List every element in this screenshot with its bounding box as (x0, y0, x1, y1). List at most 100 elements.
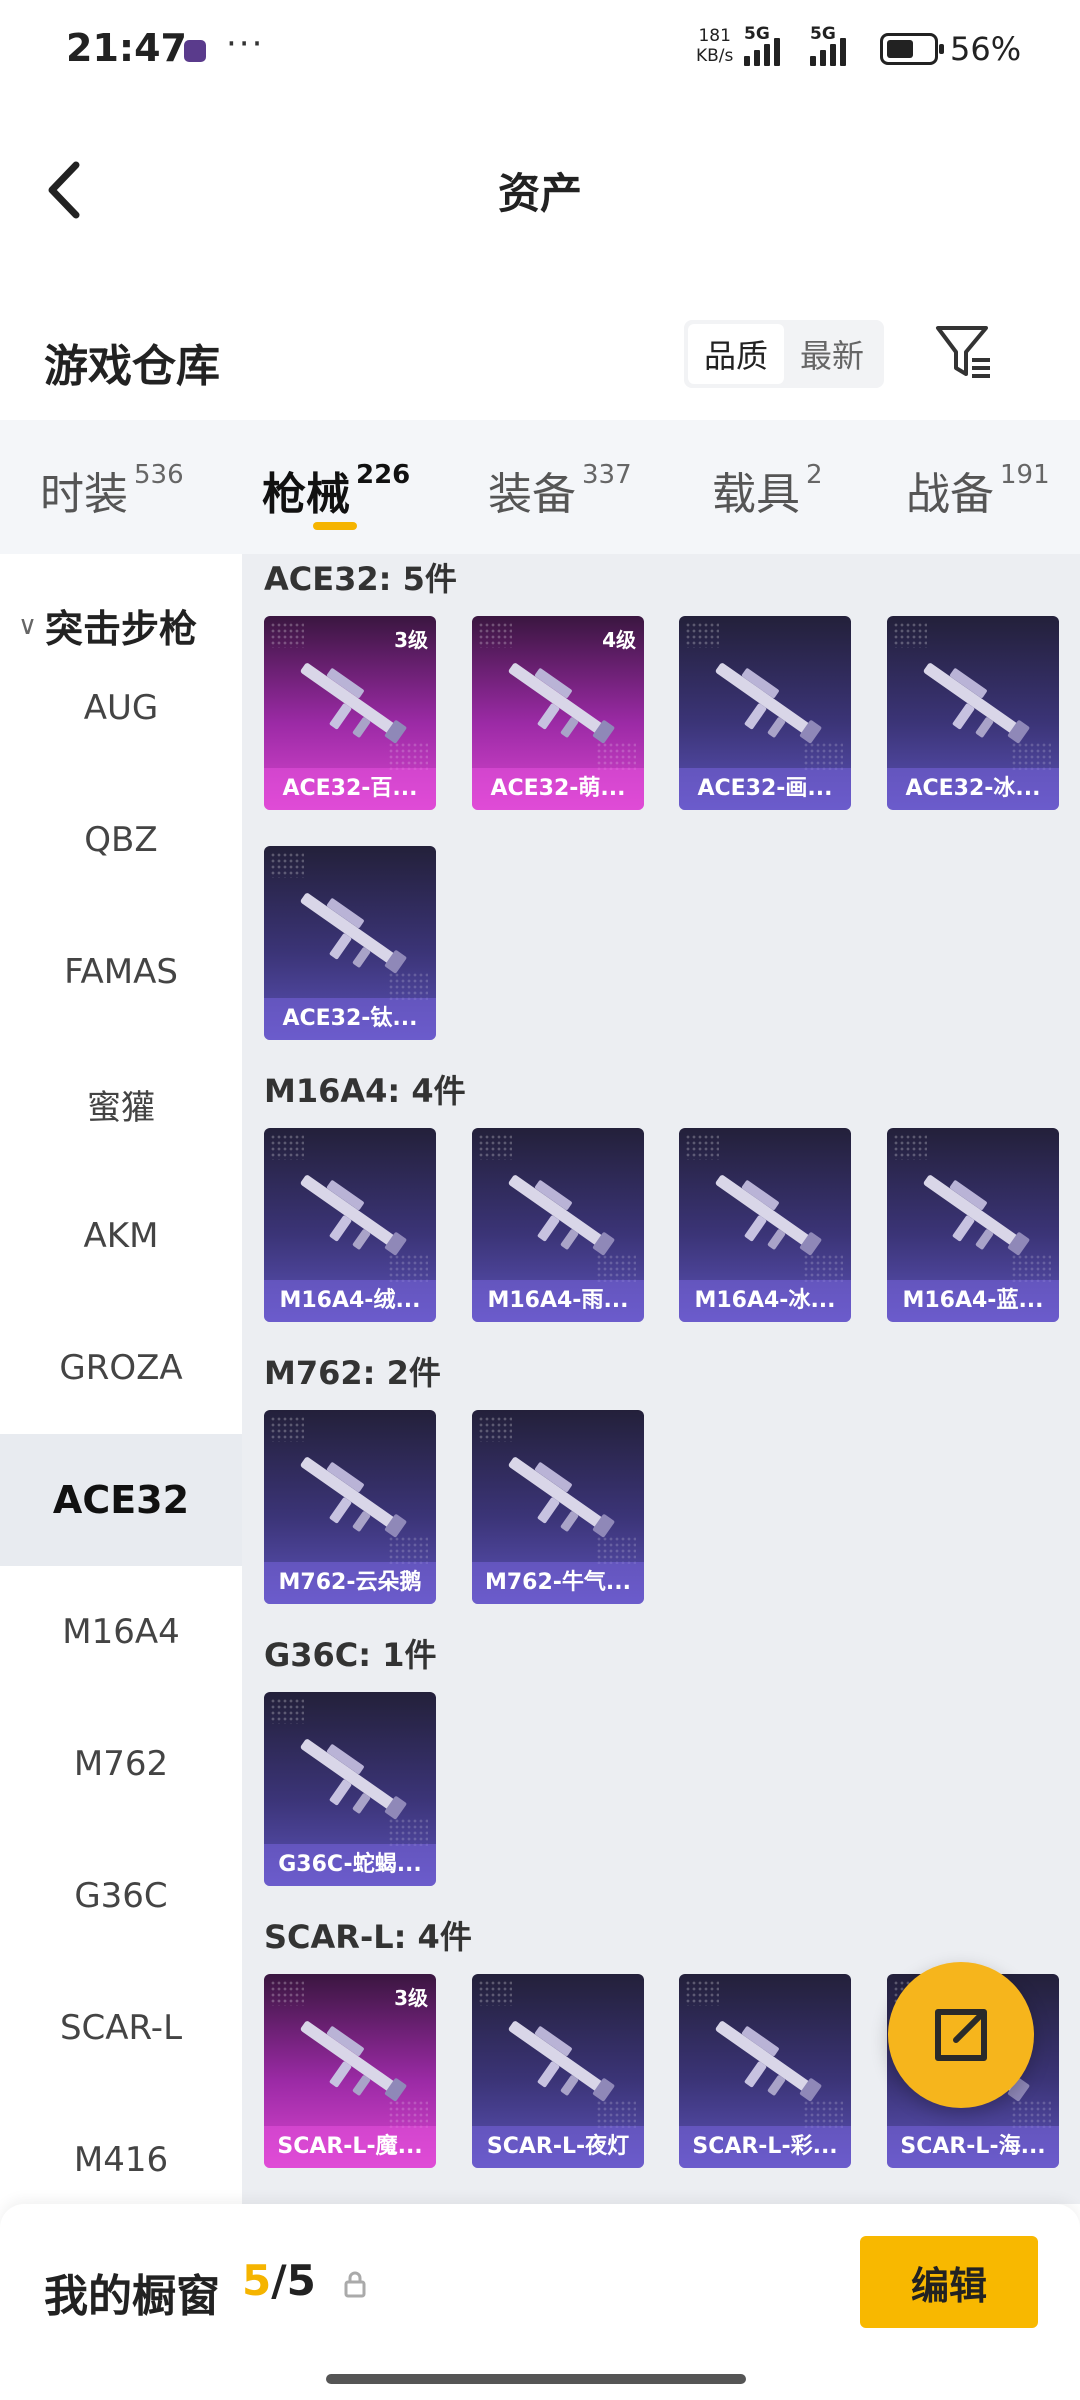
sort-quality[interactable]: 品质 (688, 324, 784, 384)
sidebar-item-m762[interactable]: M762 (0, 1698, 242, 1830)
weapon-skin-card[interactable]: 3级 SCAR-L-魔... (264, 1974, 436, 2168)
section-title: G36C: 1件 (264, 1636, 437, 1674)
card-pattern (478, 1134, 512, 1160)
tab-guns[interactable]: 枪械 226 (262, 458, 410, 522)
weapon-skin-card[interactable]: SCAR-L-彩... (679, 1974, 851, 2168)
skin-name: M16A4-冰... (679, 1280, 851, 1322)
weapon-skin-card[interactable]: M16A4-绒... (264, 1128, 436, 1322)
showcase-counter: 5/5 (242, 2256, 316, 2305)
weapon-skin-card[interactable]: ACE32-钛... (264, 846, 436, 1040)
rifle-icon (508, 1457, 615, 1538)
skin-name: G36C-蛇蝎... (264, 1844, 436, 1886)
sort-newest[interactable]: 最新 (784, 324, 880, 384)
weapon-skin-card[interactable]: M762-牛气... (472, 1410, 644, 1604)
card-pattern (685, 1134, 719, 1160)
weapon-skin-card[interactable]: M762-云朵鹅 (264, 1410, 436, 1604)
sidebar-item-akm[interactable]: AKM (0, 1170, 242, 1302)
skin-name: SCAR-L-海... (887, 2126, 1059, 2168)
active-tab-indicator (313, 522, 357, 530)
card-pattern (270, 1980, 304, 2006)
warehouse-title: 游戏仓库 (44, 341, 220, 392)
sidebar-item-famas[interactable]: FAMAS (0, 906, 242, 1038)
rifle-icon (715, 1175, 822, 1256)
tab-vehicles[interactable]: 载具 2 (712, 458, 823, 522)
filter-icon[interactable] (934, 322, 994, 382)
card-pattern (685, 1980, 719, 2006)
tab-label: 枪械 (262, 469, 350, 520)
lock-icon (344, 2270, 366, 2298)
tab-count: 337 (582, 460, 632, 490)
sidebar-item-m16a4[interactable]: M16A4 (0, 1566, 242, 1698)
sidebar-item-aug[interactable]: AUG (0, 642, 242, 774)
sidebar-item-groza[interactable]: GROZA (0, 1302, 242, 1434)
skin-name: ACE32-百... (264, 768, 436, 810)
sidebar-item-m416[interactable]: M416 (0, 2094, 242, 2204)
rifle-icon (300, 1175, 407, 1256)
sidebar-item-ace32[interactable]: ACE32 (0, 1434, 242, 1566)
skin-name: M16A4-绒... (264, 1280, 436, 1322)
sidebar-item-scar-l[interactable]: SCAR-L (0, 1962, 242, 2094)
category-tabs: 时装 536 枪械 226 装备 337 载具 2 战备 191 (0, 420, 1080, 554)
weapon-skin-card[interactable]: SCAR-L-夜灯 (472, 1974, 644, 2168)
sidebar-item--[interactable]: 蜜獾 (0, 1038, 242, 1170)
sort-toggle: 品质 最新 (684, 320, 884, 388)
weapon-skin-card[interactable]: ACE32-冰... (887, 616, 1059, 810)
rifle-icon (300, 663, 407, 744)
tab-label: 载具 (712, 469, 800, 520)
tab-count: 191 (1000, 460, 1050, 490)
card-pattern (270, 1416, 304, 1442)
share-button[interactable] (888, 1962, 1034, 2108)
skin-name: M16A4-蓝... (887, 1280, 1059, 1322)
card-pattern (270, 1698, 304, 1724)
signal-icon-2 (810, 34, 846, 66)
section-title: M16A4: 4件 (264, 1072, 466, 1110)
network-speed: 181 KB/s (696, 26, 733, 66)
weapon-skin-card[interactable]: G36C-蛇蝎... (264, 1692, 436, 1886)
tab-equipment[interactable]: 装备 337 (488, 458, 632, 522)
card-pattern (270, 622, 304, 648)
skin-name: ACE32-画... (679, 768, 851, 810)
rifle-icon (300, 1739, 407, 1820)
card-pattern (478, 1416, 512, 1442)
rifle-icon (300, 893, 407, 974)
tab-label: 时装 (40, 469, 128, 520)
rifle-icon (300, 1457, 407, 1538)
sidebar-item-qbz[interactable]: QBZ (0, 774, 242, 906)
tab-fashion[interactable]: 时装 536 (40, 458, 184, 522)
status-bar: 21:47 ··· 181 KB/s 5G 5G 56% (0, 0, 1080, 100)
rifle-icon (300, 2021, 407, 2102)
weapon-skin-card[interactable]: M16A4-冰... (679, 1128, 851, 1322)
weapon-skin-card[interactable]: 3级 ACE32-百... (264, 616, 436, 810)
rifle-icon (715, 663, 822, 744)
home-indicator[interactable] (326, 2374, 746, 2384)
showcase-max: 5 (286, 2256, 316, 2305)
tab-count: 536 (134, 460, 184, 490)
weapon-skin-card[interactable]: ACE32-画... (679, 616, 851, 810)
card-pattern (893, 1134, 927, 1160)
weapon-content: ACE32: 5件 3级 ACE32-百... 4级 ACE32-萌... ACE32-画… (242, 554, 1080, 2204)
showcase-label: 我的橱窗 (44, 2271, 220, 2322)
assets-page: 21:47 ··· 181 KB/s 5G 5G 56% 资产 游戏仓库 品质 … (0, 0, 1080, 2400)
share-icon (935, 2009, 987, 2061)
rifle-icon (715, 2021, 822, 2102)
sidebar-item-g36c[interactable]: G36C (0, 1830, 242, 1962)
showcase-current: 5 (242, 2256, 272, 2305)
page-title: 资产 (497, 169, 582, 218)
network-speed-unit: KB/s (696, 46, 734, 66)
card-pattern (685, 622, 719, 648)
section-title: SCAR-L: 4件 (264, 1918, 472, 1956)
tab-supplies[interactable]: 战备 191 (906, 458, 1050, 522)
weapon-skin-card[interactable]: M16A4-雨... (472, 1128, 644, 1322)
status-time: 21:47 (66, 26, 187, 70)
skin-name: M762-云朵鹅 (264, 1562, 436, 1604)
weapon-skin-card[interactable]: 4级 ACE32-萌... (472, 616, 644, 810)
weapon-skin-card[interactable]: M16A4-蓝... (887, 1128, 1059, 1322)
skin-name: M16A4-雨... (472, 1280, 644, 1322)
skin-name: M762-牛气... (472, 1562, 644, 1604)
more-notifications-icon: ··· (226, 24, 265, 64)
battery-level (887, 40, 913, 58)
network-speed-value: 181 (698, 26, 731, 46)
edit-button[interactable]: 编辑 (860, 2236, 1038, 2328)
card-pattern (478, 1980, 512, 2006)
card-pattern (893, 622, 927, 648)
